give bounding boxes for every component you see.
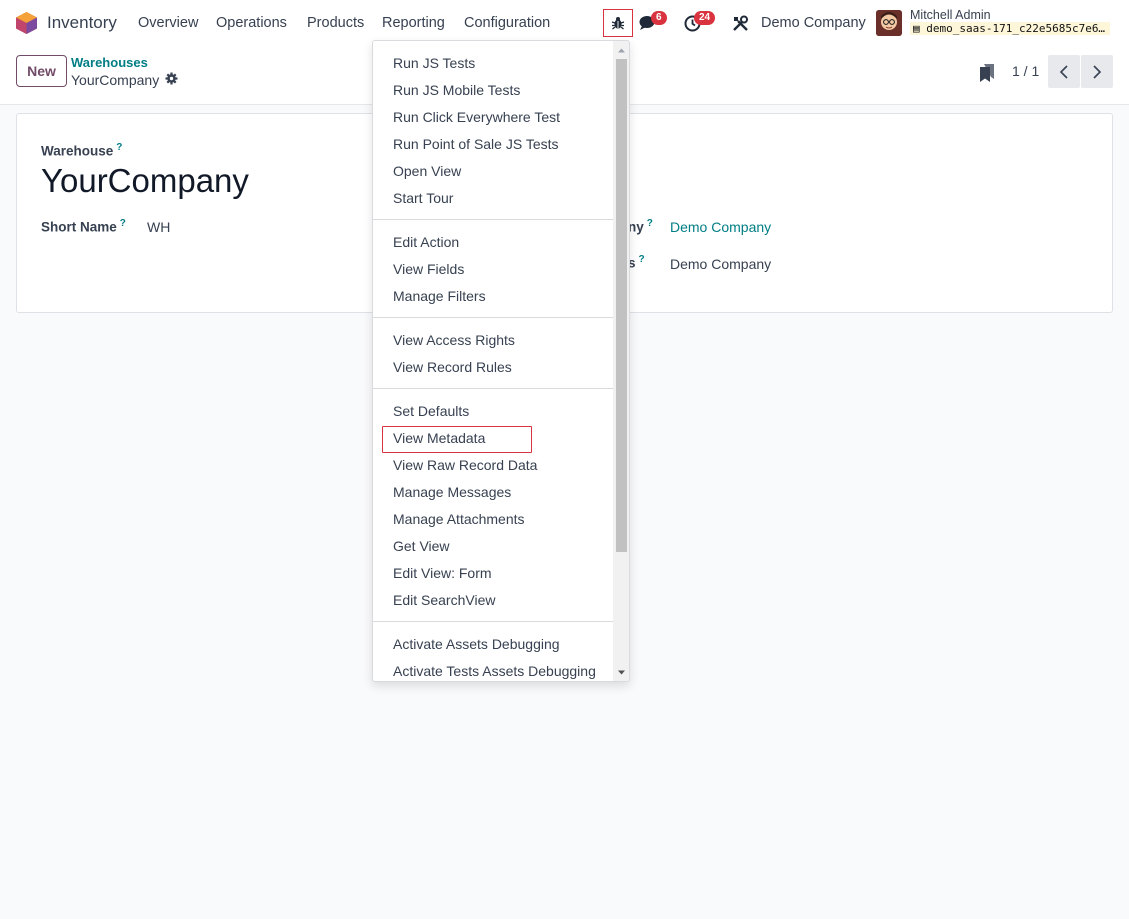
short-name-field[interactable]: WH bbox=[147, 219, 170, 235]
menu-item-edit-action[interactable]: Edit Action bbox=[393, 234, 459, 250]
menu-item-run-js-tests[interactable]: Run JS Tests bbox=[393, 55, 475, 71]
menu-reporting[interactable]: Reporting bbox=[382, 15, 445, 31]
pager-previous-button[interactable] bbox=[1048, 55, 1080, 88]
menu-item-open-view[interactable]: Open View bbox=[393, 163, 461, 179]
database-name: ▤ demo_saas-171_c22e5685c7e6… bbox=[910, 22, 1110, 35]
help-tooltip-icon[interactable]: ? bbox=[647, 218, 653, 229]
menu-item-activate-assets-debugging[interactable]: Activate Assets Debugging bbox=[393, 636, 560, 652]
user-name[interactable]: Mitchell Admin bbox=[910, 8, 991, 22]
menu-divider bbox=[373, 388, 613, 389]
database-icon: ▤ bbox=[913, 22, 920, 35]
scroll-up-arrow-icon[interactable] bbox=[617, 46, 626, 55]
menu-divider bbox=[373, 219, 613, 220]
debug-menu-button[interactable] bbox=[603, 9, 633, 37]
menu-overview[interactable]: Overview bbox=[138, 15, 198, 31]
menu-configuration[interactable]: Configuration bbox=[464, 15, 550, 31]
menu-item-edit-view-form[interactable]: Edit View: Form bbox=[393, 565, 492, 581]
company-switcher[interactable]: Demo Company bbox=[761, 15, 866, 31]
help-tooltip-icon[interactable]: ? bbox=[639, 254, 645, 265]
menu-item-run-js-mobile-tests[interactable]: Run JS Mobile Tests bbox=[393, 82, 520, 98]
chevron-left-icon bbox=[1059, 64, 1068, 79]
bookmark-icon[interactable] bbox=[980, 64, 994, 82]
breadcrumb-current: YourCompany bbox=[71, 72, 160, 88]
gear-icon[interactable] bbox=[165, 72, 178, 85]
address-label: s? bbox=[628, 254, 645, 271]
chevron-right-icon bbox=[1093, 64, 1102, 79]
company-field[interactable]: Demo Company bbox=[670, 219, 771, 235]
menu-item-view-fields[interactable]: View Fields bbox=[393, 261, 464, 277]
scroll-down-arrow-icon[interactable] bbox=[617, 668, 626, 677]
pager-next-button[interactable] bbox=[1081, 55, 1113, 88]
pager-value[interactable]: 1 / 1 bbox=[1012, 63, 1039, 79]
menu-item-manage-filters[interactable]: Manage Filters bbox=[393, 288, 486, 304]
bug-icon bbox=[611, 17, 625, 30]
menu-item-start-tour[interactable]: Start Tour bbox=[393, 190, 453, 206]
company-label-text: ny bbox=[628, 219, 644, 235]
company-label: ny? bbox=[628, 218, 653, 235]
warehouse-label: Warehouse? bbox=[41, 142, 122, 159]
menu-item-view-raw-record-data[interactable]: View Raw Record Data bbox=[393, 457, 537, 473]
warehouse-label-text: Warehouse bbox=[41, 143, 114, 159]
menu-divider bbox=[373, 621, 613, 622]
menu-item-get-view[interactable]: Get View bbox=[393, 538, 450, 554]
menu-item-manage-attachments[interactable]: Manage Attachments bbox=[393, 511, 525, 527]
menu-item-run-pos-js-tests[interactable]: Run Point of Sale JS Tests bbox=[393, 136, 559, 152]
menu-item-view-metadata[interactable]: View Metadata bbox=[393, 430, 485, 446]
menu-item-manage-messages[interactable]: Manage Messages bbox=[393, 484, 511, 500]
new-button[interactable]: New bbox=[16, 55, 67, 87]
short-name-label-text: Short Name bbox=[41, 219, 117, 235]
help-tooltip-icon[interactable]: ? bbox=[120, 218, 126, 229]
database-name-text: demo_saas-171_c22e5685c7e6… bbox=[926, 22, 1106, 35]
address-field[interactable]: Demo Company bbox=[670, 256, 771, 272]
messages-badge: 6 bbox=[651, 11, 667, 25]
short-name-label: Short Name? bbox=[41, 218, 126, 235]
menu-item-run-click-everywhere[interactable]: Run Click Everywhere Test bbox=[393, 109, 560, 125]
menu-divider bbox=[373, 317, 613, 318]
warehouse-name-field[interactable]: YourCompany bbox=[41, 162, 249, 200]
menu-item-activate-tests-assets-debugging[interactable]: Activate Tests Assets Debugging bbox=[393, 663, 596, 679]
avatar-icon bbox=[876, 10, 902, 36]
tools-button[interactable] bbox=[731, 14, 749, 32]
menu-item-set-defaults[interactable]: Set Defaults bbox=[393, 403, 469, 419]
menu-item-view-access-rights[interactable]: View Access Rights bbox=[393, 332, 515, 348]
menu-item-edit-searchview[interactable]: Edit SearchView bbox=[393, 592, 495, 608]
user-avatar[interactable] bbox=[876, 10, 902, 36]
app-name[interactable]: Inventory bbox=[47, 13, 117, 33]
dropdown-scrollbar-thumb[interactable] bbox=[616, 59, 627, 552]
breadcrumb-warehouses[interactable]: Warehouses bbox=[71, 55, 148, 70]
debug-dropdown-menu: Run JS Tests Run JS Mobile Tests Run Cli… bbox=[372, 40, 630, 682]
tools-icon bbox=[732, 15, 748, 31]
menu-item-view-record-rules[interactable]: View Record Rules bbox=[393, 359, 512, 375]
activities-badge: 24 bbox=[694, 11, 716, 25]
menu-operations[interactable]: Operations bbox=[216, 15, 287, 31]
inventory-app-icon[interactable] bbox=[16, 12, 37, 34]
help-tooltip-icon[interactable]: ? bbox=[116, 142, 122, 153]
menu-products[interactable]: Products bbox=[307, 15, 364, 31]
